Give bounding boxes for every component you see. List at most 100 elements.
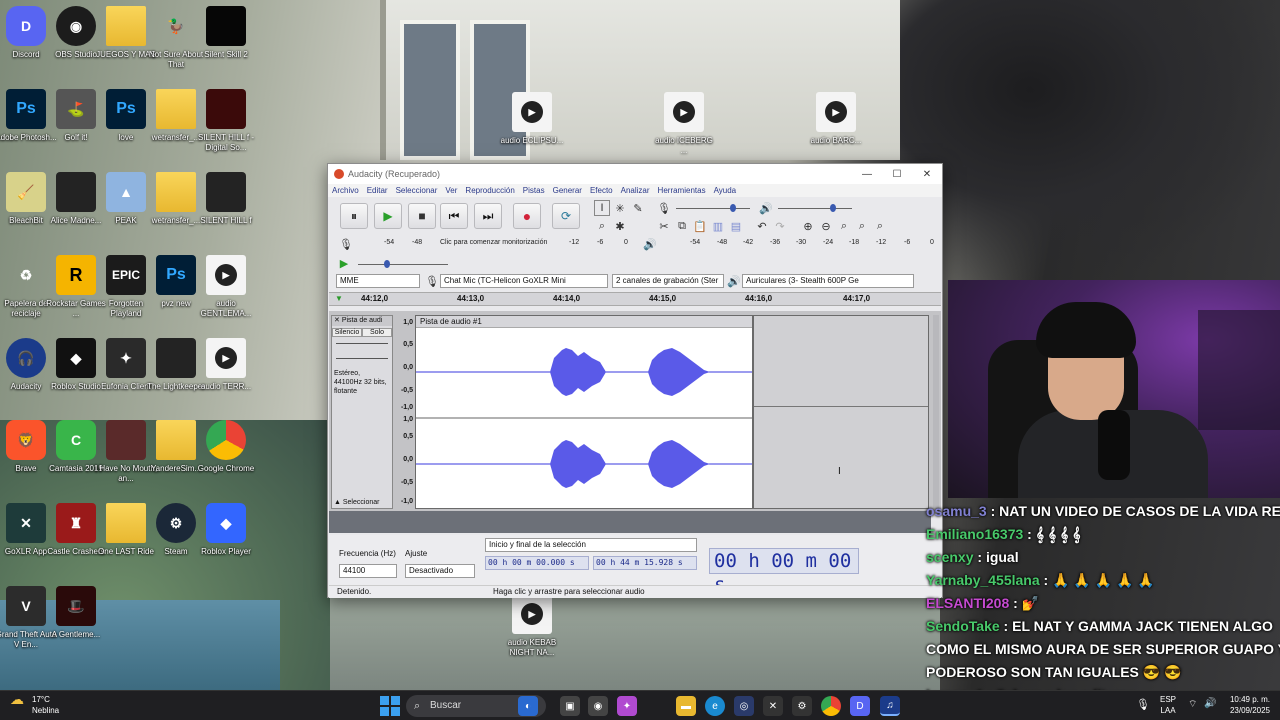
desktop-icon[interactable]: ▶ audio TERR... bbox=[194, 338, 258, 392]
start-button[interactable] bbox=[380, 696, 400, 716]
chrome-taskbar-icon[interactable] bbox=[821, 696, 841, 716]
minimize-button[interactable]: — bbox=[852, 169, 882, 180]
menu-generar[interactable]: Generar bbox=[553, 186, 582, 195]
vpn-icon[interactable]: ✕ bbox=[763, 696, 783, 716]
playback-volume-slider[interactable] bbox=[778, 208, 852, 209]
audio-file-icon[interactable]: ▶ audio BARC... bbox=[804, 92, 868, 146]
play-speed-slider[interactable] bbox=[358, 264, 448, 265]
fit-selection-icon[interactable]: ⌕ bbox=[836, 218, 852, 234]
copy-icon[interactable]: ⧉ bbox=[674, 218, 690, 234]
menu-reproduccion[interactable]: Reproducción bbox=[465, 186, 514, 195]
menu-efecto[interactable]: Efecto bbox=[590, 186, 613, 195]
browser-icon[interactable]: ◎ bbox=[734, 696, 754, 716]
maximize-button[interactable]: ☐ bbox=[882, 169, 912, 180]
menu-archivo[interactable]: Archivo bbox=[332, 186, 359, 195]
desktop-icon[interactable]: Silent Skill 2 bbox=[194, 6, 258, 60]
steam-taskbar-icon[interactable]: ⚙ bbox=[792, 696, 812, 716]
menu-editar[interactable]: Editar bbox=[367, 186, 388, 195]
stop-button[interactable]: ■ bbox=[408, 203, 436, 229]
desktop-icon[interactable]: 🎩 A Gentleme... bbox=[44, 586, 108, 640]
task-view-icon[interactable]: ▣ bbox=[560, 696, 580, 716]
clip-name[interactable]: Pista de audio #1 bbox=[416, 316, 752, 328]
menu-ver[interactable]: Ver bbox=[445, 186, 457, 195]
play-speed-thumb[interactable] bbox=[384, 260, 390, 268]
mute-button[interactable]: Silencio bbox=[332, 328, 362, 337]
selection-mode-select[interactable]: Inicio y final de la selección bbox=[485, 538, 697, 552]
selection-end-time[interactable]: 00 h 44 m 15.928 s bbox=[593, 556, 697, 570]
menu-seleccionar[interactable]: Seleccionar bbox=[396, 186, 438, 195]
title-bar[interactable]: Audacity (Recuperado) — ☐ ✕ bbox=[328, 164, 942, 184]
taskbar-widget-icon[interactable]: ◐ bbox=[518, 696, 538, 716]
vertical-scrollbar[interactable] bbox=[933, 315, 939, 509]
record-button[interactable]: ● bbox=[513, 203, 541, 229]
desktop-icon[interactable]: ◆ Roblox Player bbox=[194, 503, 258, 557]
silence-icon[interactable]: ▤ bbox=[728, 218, 744, 234]
zoom-toggle-icon[interactable]: ⌕ bbox=[872, 218, 888, 234]
track-control-panel[interactable]: ✕ Pista de audi Silencio Solo Estéreo, 4… bbox=[331, 315, 393, 509]
selection-tool-icon[interactable]: I bbox=[594, 200, 610, 216]
language-indicator[interactable]: ESP LAA bbox=[1160, 694, 1176, 716]
track-close-icon[interactable]: ✕ bbox=[334, 317, 340, 324]
volume-icon[interactable]: 🔊 bbox=[1204, 698, 1216, 709]
audio-file-icon[interactable]: ▶ audio ECLIPSU... bbox=[500, 92, 564, 146]
play-at-speed-button[interactable]: ▶ bbox=[336, 255, 352, 271]
cut-icon[interactable]: ✂ bbox=[656, 218, 672, 234]
clock[interactable]: 10:49 p. m. 23/09/2025 bbox=[1230, 694, 1270, 716]
microphone-tray-icon[interactable]: 🎙 bbox=[1136, 698, 1150, 711]
skip-to-end-button[interactable]: ⏭ bbox=[474, 203, 502, 229]
desktop-icon[interactable]: Google Chrome bbox=[194, 420, 258, 474]
audio-host-select[interactable]: MME bbox=[336, 274, 420, 288]
file-explorer-icon[interactable]: ▬ bbox=[676, 696, 696, 716]
play-button[interactable]: ▶ bbox=[374, 203, 402, 229]
menu-herramientas[interactable]: Herramientas bbox=[658, 186, 706, 195]
desktop-icon[interactable]: ▶ audio GENTLEMA... bbox=[194, 255, 258, 319]
skip-to-start-button[interactable]: ⏮ bbox=[440, 203, 468, 229]
track-area[interactable]: ✕ Pista de audi Silencio Solo Estéreo, 4… bbox=[329, 311, 941, 511]
track-select-button[interactable]: ▲ Seleccionar bbox=[334, 499, 379, 506]
desktop-icon[interactable]: SILENT HILL f bbox=[194, 172, 258, 226]
discord-taskbar-icon[interactable]: D bbox=[850, 696, 870, 716]
empty-track-space[interactable]: I bbox=[753, 315, 929, 509]
close-button[interactable]: ✕ bbox=[912, 169, 942, 180]
snap-select[interactable]: Desactivado bbox=[405, 564, 475, 578]
undo-icon[interactable]: ↶ bbox=[754, 218, 770, 234]
audio-file-icon[interactable]: ▶ audio ICEBERG ... bbox=[652, 92, 716, 156]
solo-button[interactable]: Solo bbox=[362, 328, 392, 337]
menu-analizar[interactable]: Analizar bbox=[621, 186, 650, 195]
audio-position-display[interactable]: 00 h 00 m 00 s bbox=[709, 548, 859, 596]
obs-taskbar-icon[interactable]: ◉ bbox=[588, 696, 608, 716]
pan-slider[interactable] bbox=[336, 358, 388, 359]
menu-pistas[interactable]: Pistas bbox=[523, 186, 545, 195]
playback-volume-thumb[interactable] bbox=[830, 204, 836, 212]
loop-button[interactable]: ⟳ bbox=[552, 203, 580, 229]
fit-project-icon[interactable]: ⌕ bbox=[854, 218, 870, 234]
playback-meter-icon[interactable]: 🔊 bbox=[642, 236, 658, 252]
recording-channels-select[interactable]: 2 canales de grabación (Ster bbox=[612, 274, 724, 288]
recording-device-select[interactable]: Chat Mic (TC-Helicon GoXLR Mini bbox=[440, 274, 608, 288]
weather-widget[interactable]: ☁ 17°C Neblina bbox=[10, 692, 59, 716]
audio-clip[interactable]: Pista de audio #1 bbox=[415, 315, 753, 509]
timeline-ruler[interactable]: ▼ 44:12,0 44:13,0 44:14,0 44:15,0 44:16,… bbox=[329, 292, 941, 306]
desktop-icon[interactable]: SILENT HILL f - Digital So... bbox=[194, 89, 258, 153]
menu-ayuda[interactable]: Ayuda bbox=[714, 186, 737, 195]
audio-file-icon[interactable]: ▶ audio KEBAB NIGHT NA... bbox=[500, 594, 564, 658]
track-name-menu[interactable]: Pista de audi bbox=[342, 317, 382, 324]
zoom-tool-icon[interactable]: ⌕ bbox=[594, 218, 610, 234]
pause-button[interactable]: ⏸ bbox=[340, 203, 368, 229]
trim-icon[interactable]: ▥ bbox=[710, 218, 726, 234]
monitor-hint[interactable]: Clic para comenzar monitorización bbox=[440, 239, 547, 249]
zoom-out-icon[interactable]: ⊖ bbox=[818, 218, 834, 234]
gain-slider[interactable] bbox=[336, 343, 388, 344]
playback-device-select[interactable]: Auriculares (3- Stealth 600P Ge bbox=[742, 274, 914, 288]
multi-tool-icon[interactable]: ✱ bbox=[612, 218, 628, 234]
zoom-in-icon[interactable]: ⊕ bbox=[800, 218, 816, 234]
edge-icon[interactable]: e bbox=[705, 696, 725, 716]
redo-icon[interactable]: ↷ bbox=[772, 218, 788, 234]
empty-tracks-area[interactable] bbox=[329, 511, 931, 533]
copilot-icon[interactable]: ✦ bbox=[617, 696, 637, 716]
draw-tool-icon[interactable]: ✎ bbox=[630, 200, 646, 216]
audacity-window[interactable]: Audacity (Recuperado) — ☐ ✕ Archivo Edit… bbox=[327, 163, 943, 598]
audacity-taskbar-icon[interactable]: ♫ bbox=[880, 696, 900, 716]
record-meter-icon[interactable]: 🎙 bbox=[338, 236, 354, 252]
record-volume-slider[interactable] bbox=[676, 208, 750, 209]
